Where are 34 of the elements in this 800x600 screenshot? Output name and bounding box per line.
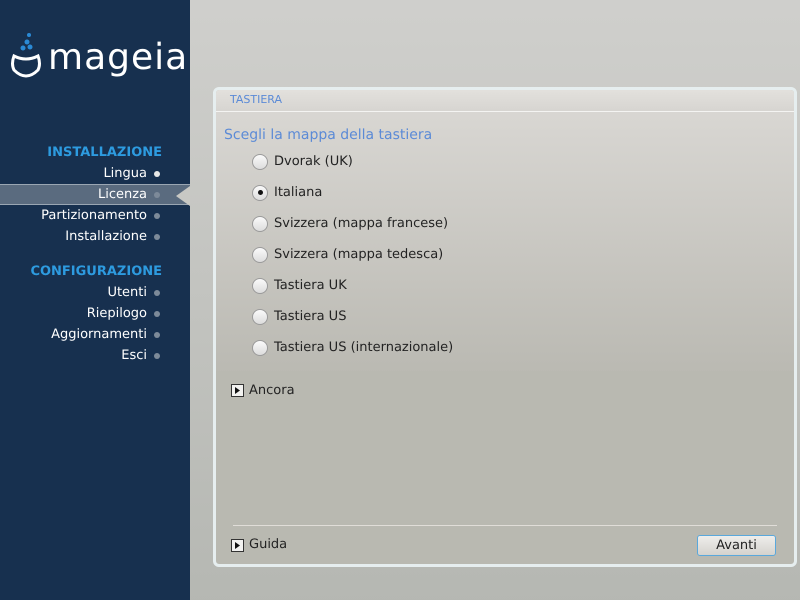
step-item: Esci [0, 345, 190, 366]
cauldron-icon [10, 32, 42, 80]
caret-right-icon [231, 384, 244, 398]
radio-option[interactable]: Svizzera (mappa tedesca) [252, 239, 794, 270]
step-item: Utenti [0, 282, 190, 303]
page-title: TASTIERA [230, 92, 282, 108]
radio-option[interactable]: Tastiera UK [252, 270, 794, 301]
pointer-arrow [176, 186, 190, 206]
section-heading: INSTALLAZIONE [47, 144, 163, 162]
caret-right-icon [231, 538, 244, 552]
section-heading: CONFIGURAZIONE [30, 263, 163, 281]
next-button[interactable]: Avanti [697, 534, 776, 556]
radio-option[interactable]: Tastiera US (internazionale) [252, 332, 794, 363]
radio-button[interactable] [252, 278, 268, 294]
radio-option[interactable]: Tastiera US [252, 301, 794, 332]
radio-button[interactable] [252, 340, 268, 356]
radio-button[interactable] [252, 184, 268, 200]
step-item: Aggiornamenti [0, 324, 190, 345]
radio-option[interactable]: Dvorak (UK) [252, 146, 794, 177]
prompt-label: Scegli la mappa della tastiera [224, 126, 434, 145]
logo-text: mageia [48, 36, 188, 80]
radio-button[interactable] [252, 308, 268, 324]
radio-button[interactable] [252, 154, 268, 170]
step-item: Riepilogo [0, 303, 190, 324]
step-item: Partizionamento [0, 205, 190, 226]
radio-option[interactable]: Italiana [252, 177, 794, 208]
step-item: Licenza [0, 184, 190, 205]
radio-button[interactable] [252, 216, 268, 232]
expander[interactable]: Ancora [231, 381, 295, 400]
step-item: Installazione [0, 226, 190, 247]
step-item: Lingua [0, 163, 190, 184]
radio-option[interactable]: Svizzera (mappa francese) [252, 208, 794, 239]
expander[interactable]: Guida [231, 535, 288, 555]
radio-button[interactable] [252, 246, 268, 262]
